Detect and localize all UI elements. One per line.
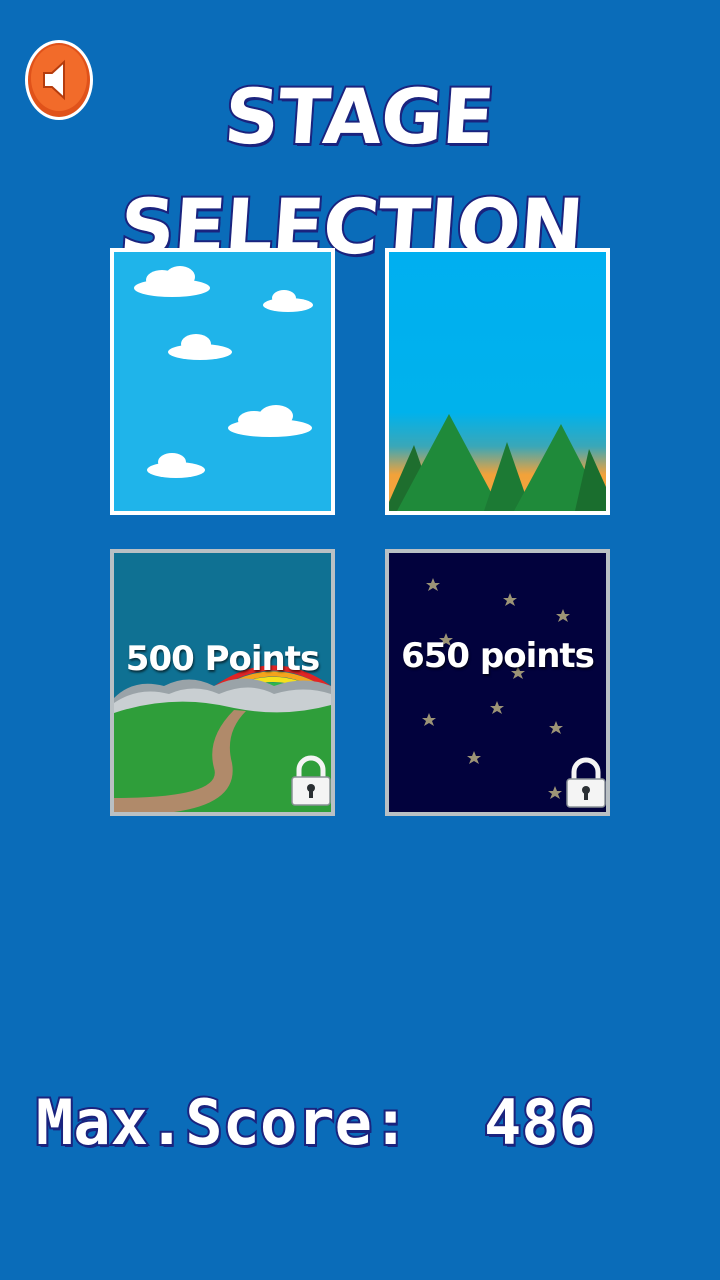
stage-tile-rainbow-locked[interactable]: 500 Points bbox=[110, 549, 335, 816]
unlock-requirement-label: 500 Points bbox=[125, 639, 320, 679]
padlock-icon bbox=[566, 757, 606, 808]
padlock-icon bbox=[291, 755, 331, 806]
stage-tile-sky[interactable] bbox=[110, 248, 335, 515]
speaker-icon bbox=[25, 40, 93, 120]
page-title: STAGE SELECTION bbox=[115, 70, 587, 273]
stage-tile-mountains[interactable] bbox=[385, 248, 610, 515]
mountains-scene bbox=[389, 252, 606, 511]
max-score-label: Max.Score: bbox=[34, 1084, 411, 1161]
stage-tile-night-locked[interactable]: 650 points bbox=[385, 549, 610, 816]
sound-toggle-button[interactable] bbox=[24, 39, 94, 121]
unlock-requirement-label: 650 points bbox=[401, 636, 595, 676]
max-score-value: 486 bbox=[482, 1084, 598, 1161]
max-score-display: Max.Score: 486 bbox=[34, 1078, 656, 1168]
sky-clouds-scene bbox=[114, 252, 331, 511]
